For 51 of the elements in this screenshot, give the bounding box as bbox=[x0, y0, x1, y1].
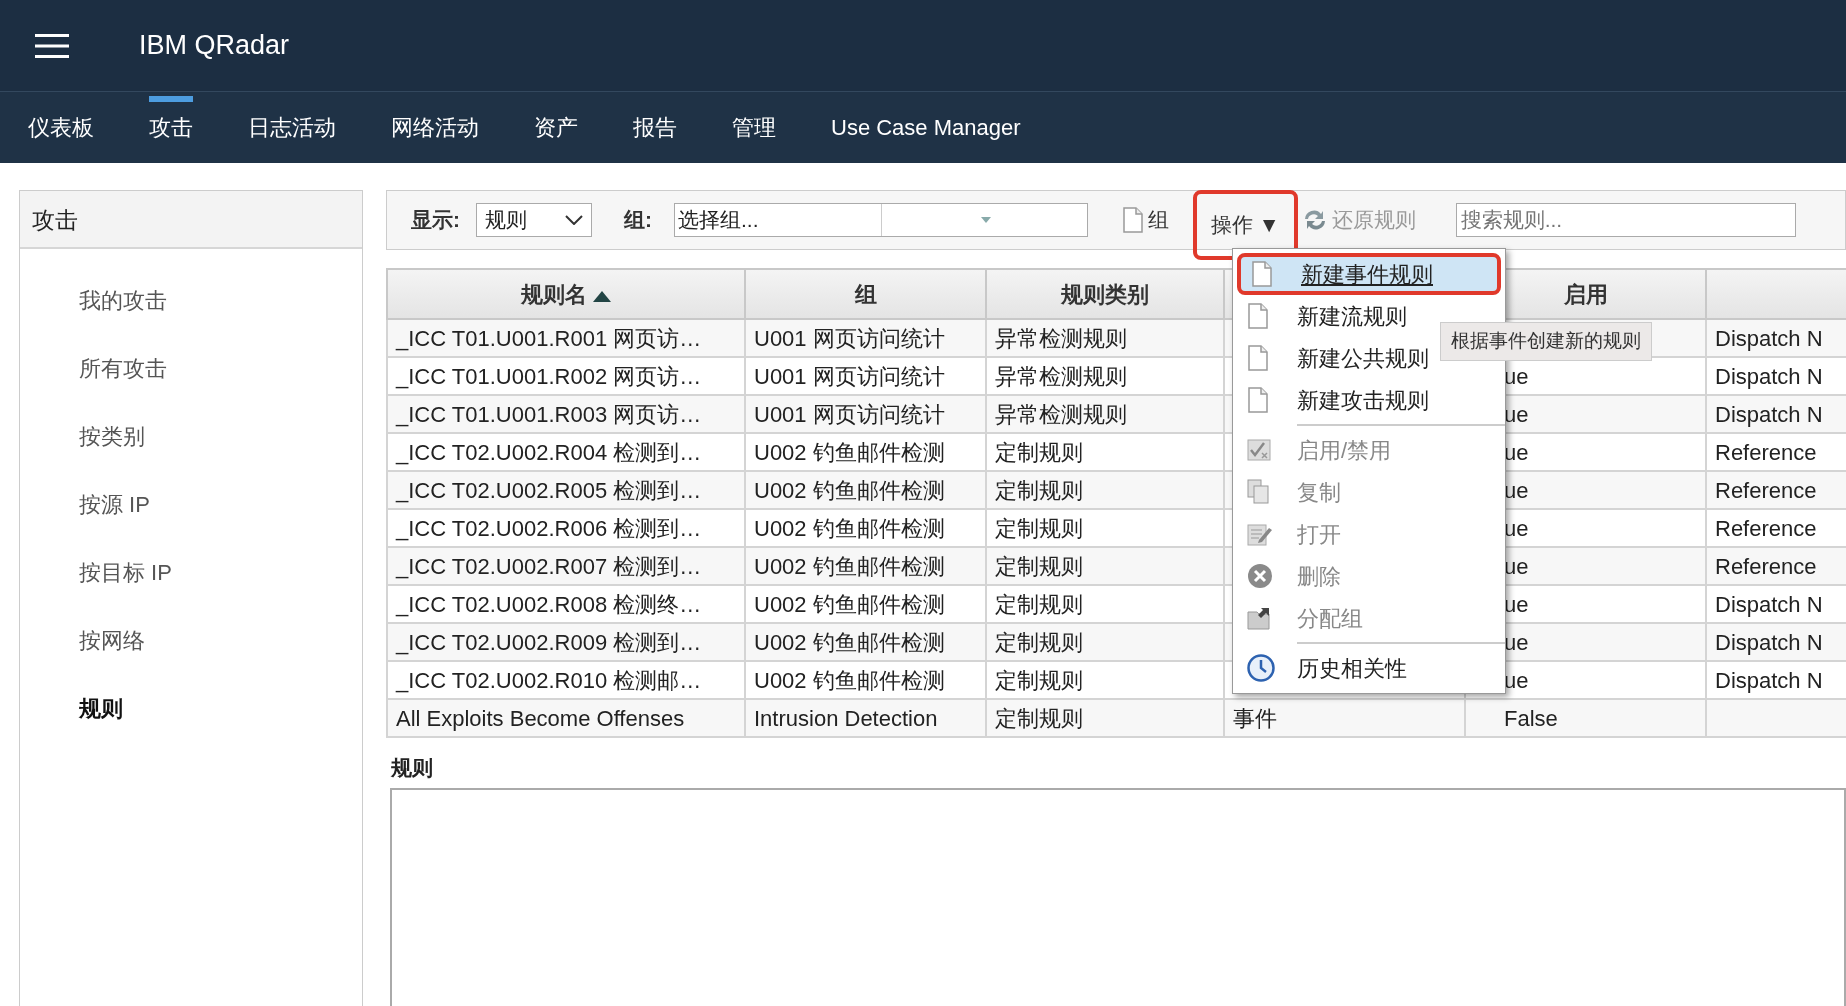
table-cell: U002 钓鱼邮件检测 bbox=[754, 667, 945, 693]
table-cell: 定制规则 bbox=[995, 553, 1083, 579]
table-cell: 定制规则 bbox=[995, 477, 1083, 503]
table-cell: U002 钓鱼邮件检测 bbox=[754, 553, 945, 579]
table-cell: 异常检测规则 bbox=[995, 363, 1127, 389]
table-cell: _ICC T01.U001.R001 网页访… bbox=[396, 325, 702, 351]
table-cell: 异常检测规则 bbox=[995, 401, 1127, 427]
table-cell: 定制规则 bbox=[995, 629, 1083, 655]
table-cell: U001 网页访问统计 bbox=[754, 363, 945, 389]
table-cell: U001 网页访问统计 bbox=[754, 325, 945, 351]
table-cell: _ICC T02.U002.R005 检测到… bbox=[396, 477, 702, 503]
table-cell: _ICC T02.U002.R008 检测终… bbox=[396, 591, 702, 617]
table-cell: _ICC T01.U001.R002 网页访… bbox=[396, 363, 702, 389]
table-cell: _ICC T02.U002.R007 检测到… bbox=[396, 553, 702, 579]
table-cell: Reference bbox=[1715, 439, 1817, 465]
table-cell: _ICC T02.U002.R004 检测到… bbox=[396, 439, 702, 465]
tooltip: 根据事件创建新的规则 bbox=[1440, 322, 1652, 361]
table-cell: Dispatch N bbox=[1715, 363, 1823, 389]
table-cell: False bbox=[1504, 705, 1558, 731]
table-cell: U001 网页访问统计 bbox=[754, 401, 945, 427]
table-cell: 定制规则 bbox=[995, 705, 1083, 731]
table-cell: U002 钓鱼邮件检测 bbox=[754, 591, 945, 617]
table-cell: U002 钓鱼邮件检测 bbox=[754, 477, 945, 503]
table-cell: Intrusion Detection bbox=[754, 705, 938, 731]
section-title: 规则 bbox=[391, 755, 434, 781]
table-cell: U002 钓鱼邮件检测 bbox=[754, 629, 945, 655]
table-cell: Reference bbox=[1715, 477, 1817, 503]
table-cell: Dispatch N bbox=[1715, 667, 1823, 693]
table-cell: 定制规则 bbox=[995, 439, 1083, 465]
sidebar-title: 攻击 bbox=[20, 191, 362, 249]
table-cell: 定制规则 bbox=[995, 591, 1083, 617]
table-cell: U002 钓鱼邮件检测 bbox=[754, 515, 945, 541]
table-cell: _ICC T02.U002.R006 检测到… bbox=[396, 515, 702, 541]
table-cell: _ICC T02.U002.R010 检测邮… bbox=[396, 667, 702, 693]
table-cell: 事件 bbox=[1233, 705, 1277, 731]
display-label: 显示: bbox=[411, 207, 460, 234]
table-cell: Reference bbox=[1715, 553, 1817, 579]
table-cell: Dispatch N bbox=[1715, 591, 1823, 617]
table-cell: All Exploits Become Offenses bbox=[396, 705, 685, 731]
table-cell: U002 钓鱼邮件检测 bbox=[754, 439, 945, 465]
table-cell: Dispatch N bbox=[1715, 629, 1823, 655]
table-cell: 定制规则 bbox=[995, 667, 1083, 693]
table-cell: 异常检测规则 bbox=[995, 325, 1127, 351]
table-cell: _ICC T02.U002.R009 检测到… bbox=[396, 629, 702, 655]
table-cell: Reference bbox=[1715, 515, 1817, 541]
table-cell: _ICC T01.U001.R003 网页访… bbox=[396, 401, 702, 427]
table-cell: Dispatch N bbox=[1715, 401, 1823, 427]
table-cell: Dispatch N bbox=[1715, 325, 1823, 351]
table-cell: 定制规则 bbox=[995, 515, 1083, 541]
app-title: IBM QRadar bbox=[139, 29, 290, 63]
group-label: 组: bbox=[624, 207, 652, 234]
